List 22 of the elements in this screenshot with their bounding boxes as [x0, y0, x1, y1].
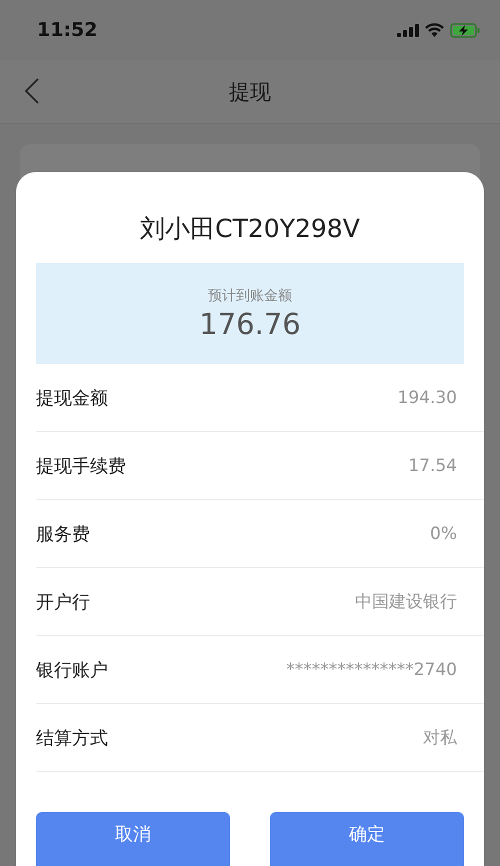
- row-label: 开户行: [36, 590, 90, 614]
- row-value: 中国建设银行: [355, 591, 457, 613]
- row-value: 0%: [430, 524, 457, 544]
- page-title: 提现: [229, 78, 271, 106]
- estimate-label: 预计到账金额: [208, 286, 292, 304]
- row-label: 提现手续费: [36, 454, 126, 478]
- confirm-button[interactable]: 确定: [270, 812, 464, 866]
- dialog-title: 刘小田CT20Y298V: [140, 213, 360, 245]
- back-icon[interactable]: [25, 78, 39, 104]
- row-value: ***************2740: [286, 660, 457, 680]
- row-label: 服务费: [36, 522, 90, 546]
- cancel-button[interactable]: 取消: [36, 812, 230, 866]
- signal-icon: [397, 24, 419, 36]
- row-label: 银行账户: [36, 658, 108, 682]
- row-value: 194.30: [398, 388, 457, 408]
- estimate-amount: 176.76: [199, 306, 301, 340]
- status-time: 11:52: [37, 19, 98, 41]
- row-label: 结算方式: [36, 726, 108, 750]
- row-value: 对私: [423, 727, 457, 749]
- row-value: 17.54: [408, 456, 457, 476]
- row-label: 提现金额: [36, 386, 108, 410]
- wifi-icon: [425, 23, 444, 37]
